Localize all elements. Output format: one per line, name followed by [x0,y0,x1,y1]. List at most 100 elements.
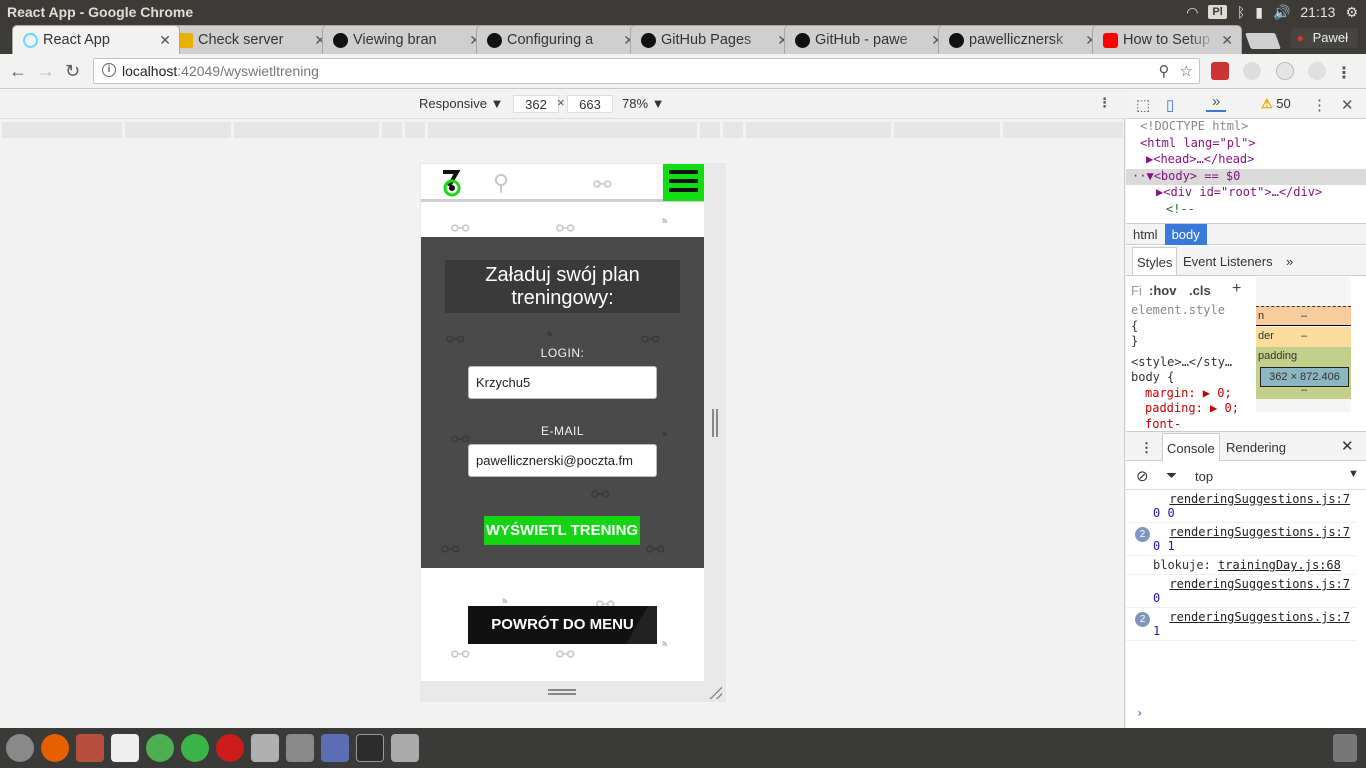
tree-node-selected[interactable]: ··▼<body> == $0 [1126,168,1366,185]
inspect-element-icon[interactable]: ⬚ [1136,96,1150,114]
tab-react-app[interactable]: React App ✕ [12,25,180,54]
breadcrumb-html[interactable]: html [1126,224,1165,245]
breadcrumb-body[interactable]: body [1164,224,1207,245]
warning-count[interactable]: ⚠ 50 [1261,96,1291,112]
close-tab-icon[interactable]: ✕ [1221,32,1233,49]
source-link[interactable]: renderingSuggestions.js:7 [1169,577,1350,591]
close-devtools-icon[interactable]: ✕ [1341,96,1354,114]
rule-line[interactable]: margin: ▶ 0; [1131,386,1244,402]
close-drawer-icon[interactable]: ✕ [1341,437,1354,455]
context-dropdown-icon[interactable]: ▼ [1348,468,1359,480]
context-select[interactable]: top [1195,469,1213,484]
bookmark-star-icon[interactable]: ☆ [1180,62,1193,80]
box-content-size[interactable]: 362 × 872.406 [1260,367,1349,387]
tab-pawellicznerski[interactable]: pawellicznersk ✕ [938,25,1106,54]
rule-line[interactable]: padding: ▶ 0; [1131,401,1244,417]
tree-node[interactable]: <html lang="pl"> [1126,136,1366,153]
tab-github-pawel[interactable]: GitHub - pawe ✕ [784,25,952,54]
device-mode-select[interactable]: Responsive ▼ [419,96,503,111]
calendar-icon[interactable] [321,734,349,762]
more-tabs-icon[interactable]: » [1206,93,1227,112]
url-text[interactable]: localhost:42049/wyswietltrening [122,63,319,79]
back-to-menu-button[interactable]: POWRÓT DO MENU [468,606,657,644]
resize-handle-corner[interactable] [708,685,722,699]
resize-handle-bottom[interactable] [548,689,576,695]
height-input[interactable]: 663 [567,95,613,113]
source-link[interactable]: trainingDay.js:68 [1218,558,1341,572]
source-link[interactable]: renderingSuggestions.js:7 [1169,610,1350,624]
devtools-menu-icon[interactable]: ⋮ [1312,96,1327,114]
width-input[interactable]: 362 [513,95,559,113]
wifi-icon[interactable]: ◠ [1186,4,1198,21]
atom-icon[interactable] [181,734,209,762]
address-bar[interactable]: i localhost:42049/wyswietltrening ⚲ ☆ [93,58,1200,84]
firefox-icon[interactable] [41,734,69,762]
info-icon[interactable]: i [102,63,116,77]
tab-how-to-setup[interactable]: How to Setup ✕ [1092,25,1242,54]
source-link[interactable]: renderingSuggestions.js:7 [1169,525,1350,539]
tab-styles[interactable]: Styles [1132,247,1178,275]
box-margin[interactable]: n – [1256,306,1351,326]
show-training-button[interactable]: WYŚWIETL TRENING [484,516,640,545]
chrome-menu-icon[interactable]: ⋮ [1336,63,1352,83]
files-icon[interactable] [76,734,104,762]
rule-line[interactable]: font- [1131,417,1244,432]
calculator-icon[interactable] [286,734,314,762]
back-icon[interactable]: ← [9,61,27,82]
box-border[interactable]: der – [1256,327,1351,347]
tab-event-listeners[interactable]: Event Listeners [1183,254,1273,269]
styles-filter[interactable]: Fi :hov .cls + [1126,277,1254,303]
tree-node[interactable]: ▶<div id="root">…</div> [1126,185,1366,202]
tree-node[interactable]: ▶<head>…</head> [1126,152,1366,169]
hov-toggle[interactable]: :hov [1149,283,1176,298]
filter-input[interactable]: Fi [1131,283,1142,298]
reload-icon[interactable]: ↻ [65,61,80,82]
settings-icon[interactable]: ⚙ [1345,4,1358,21]
tree-node[interactable]: <!-- [1126,202,1366,219]
source-link[interactable]: renderingSuggestions.js:7 [1169,492,1350,506]
drawer-menu-icon[interactable]: ⋮ [1140,440,1153,456]
profile-button[interactable]: ● Paweł [1290,28,1358,48]
add-rule-icon[interactable]: + [1232,280,1241,298]
device-menu-icon[interactable]: ⋮ [1098,95,1111,111]
document-viewer-icon[interactable] [111,734,139,762]
login-input[interactable]: Krzychu5 [468,366,657,399]
extension-icon[interactable] [1276,62,1294,80]
device-toggle-icon[interactable]: ▯ [1166,96,1174,114]
opera-icon[interactable] [216,734,244,762]
battery-icon[interactable]: ▮ [1255,4,1263,21]
zoom-search-icon[interactable]: ⚲ [1159,62,1170,80]
extension-icon[interactable] [1211,62,1229,80]
tab-rendering[interactable]: Rendering [1226,440,1286,455]
tab-github-pages[interactable]: GitHub Pages ✕ [630,25,798,54]
clock[interactable]: 21:13 [1300,4,1335,20]
tab-console[interactable]: Console [1162,433,1220,461]
media-query-bar[interactable] [2,122,1123,138]
email-input[interactable]: pawellicznerski@poczta.fm [468,444,657,477]
clear-console-icon[interactable]: ⊘ [1136,467,1149,485]
extension-icon[interactable] [1243,62,1261,80]
tab-configuring[interactable]: Configuring a ✕ [476,25,644,54]
tab-check-server[interactable]: Check server ✕ [167,25,335,54]
tree-node[interactable]: <!DOCTYPE html> [1126,119,1366,136]
terminal-icon[interactable] [356,734,384,762]
more-panels-icon[interactable]: » [1286,254,1293,269]
keyboard-layout[interactable]: Pl [1208,5,1227,19]
new-tab-button[interactable] [1245,33,1281,49]
close-tab-icon[interactable]: ✕ [159,32,171,49]
chrome-icon[interactable] [146,734,174,762]
hamburger-menu-button[interactable] [663,164,704,201]
trash-icon[interactable] [1333,734,1357,762]
cls-toggle[interactable]: .cls [1189,283,1211,298]
zoom-select[interactable]: 78% ▼ [622,96,665,111]
filter-icon[interactable]: ⏷ [1166,467,1177,484]
volume-icon[interactable]: 🔊 [1273,4,1290,21]
bluetooth-icon[interactable]: ᛒ [1237,4,1245,20]
extension-icon[interactable] [1308,62,1326,80]
forward-icon[interactable]: → [37,61,55,82]
console-prompt-icon[interactable]: › [1136,706,1143,720]
drive-icon[interactable] [391,734,419,762]
system-settings-icon[interactable] [251,734,279,762]
resize-handle-right[interactable] [712,409,718,437]
ubuntu-dash-icon[interactable] [6,734,34,762]
